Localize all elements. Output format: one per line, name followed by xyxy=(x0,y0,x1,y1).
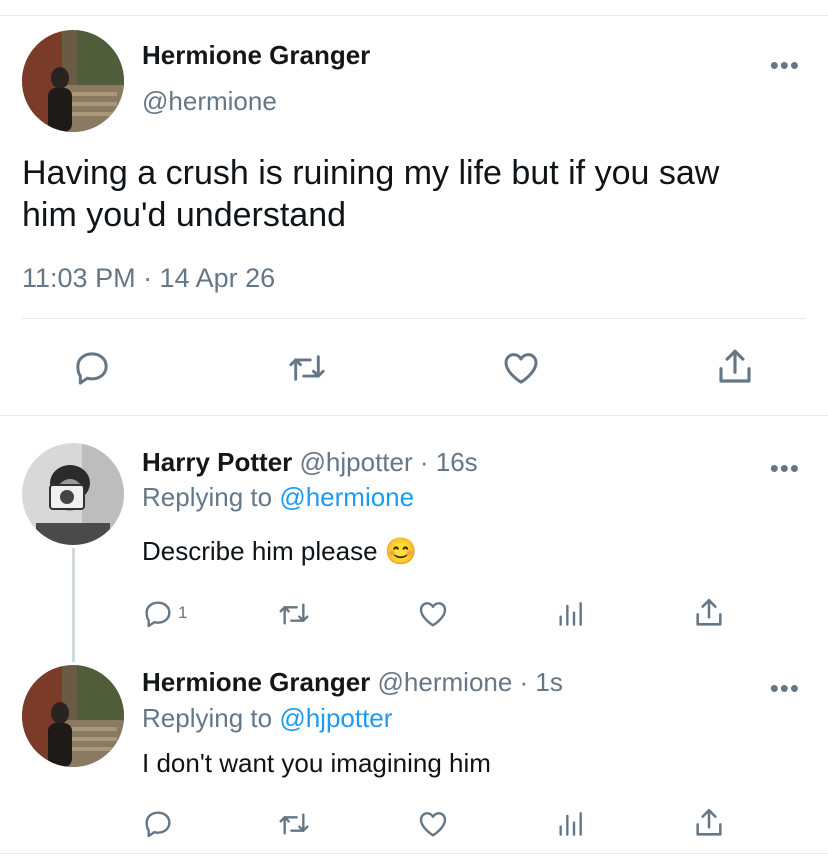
retweet-icon[interactable] xyxy=(286,348,328,388)
more-options-icon[interactable]: ••• xyxy=(770,675,800,701)
reply-text: I don't want you imagining him xyxy=(142,748,491,778)
share-icon[interactable] xyxy=(692,596,726,630)
reply-count: 1 xyxy=(178,603,188,622)
like-icon[interactable] xyxy=(416,808,450,840)
avatar[interactable] xyxy=(22,30,124,132)
reply-icon[interactable] xyxy=(142,808,174,840)
author-handle[interactable]: @hermione xyxy=(142,86,277,117)
avatar[interactable] xyxy=(22,665,124,767)
analytics-icon[interactable] xyxy=(554,598,586,630)
tweet-timestamp[interactable]: 11:03 PM · 14 Apr 26 xyxy=(22,263,275,294)
more-options-icon[interactable]: ••• xyxy=(770,455,800,481)
more-options-icon[interactable]: ••• xyxy=(770,52,800,78)
like-icon[interactable] xyxy=(500,348,542,388)
divider xyxy=(0,415,828,416)
author-name[interactable]: Hermione Granger xyxy=(142,40,370,71)
replying-to: Replying to @hjpotter xyxy=(142,703,393,733)
bottom-divider xyxy=(0,853,828,854)
top-divider xyxy=(0,15,828,16)
like-icon[interactable] xyxy=(416,598,450,630)
retweet-icon[interactable] xyxy=(276,808,312,840)
reply-header: Harry Potter @hjpotter · 16s xyxy=(142,447,478,478)
author-name[interactable]: Harry Potter xyxy=(142,447,292,477)
share-icon[interactable] xyxy=(692,806,726,840)
author-name[interactable]: Hermione Granger xyxy=(142,667,370,697)
reply-text: Describe him please 😊 xyxy=(142,536,418,566)
analytics-icon[interactable] xyxy=(554,808,586,840)
mention-link[interactable]: @hermione xyxy=(279,482,414,512)
smiling-face-emoji: 😊 xyxy=(384,536,418,566)
author-handle-time[interactable]: @hermione · 1s xyxy=(378,667,563,697)
share-icon[interactable] xyxy=(714,346,756,388)
thread-line xyxy=(72,548,75,662)
retweet-icon[interactable] xyxy=(276,598,312,630)
avatar[interactable] xyxy=(22,443,124,545)
reply-icon[interactable] xyxy=(142,598,174,630)
reply-icon[interactable] xyxy=(72,348,112,388)
replying-to: Replying to @hermione xyxy=(142,482,415,512)
tweet-text: Having a crush is ruining my life but if… xyxy=(22,154,720,234)
divider xyxy=(22,318,806,319)
reply-header: Hermione Granger @hermione · 1s xyxy=(142,667,563,698)
mention-link[interactable]: @hjpotter xyxy=(279,703,392,733)
author-handle-time[interactable]: @hjpotter · 16s xyxy=(300,447,478,477)
